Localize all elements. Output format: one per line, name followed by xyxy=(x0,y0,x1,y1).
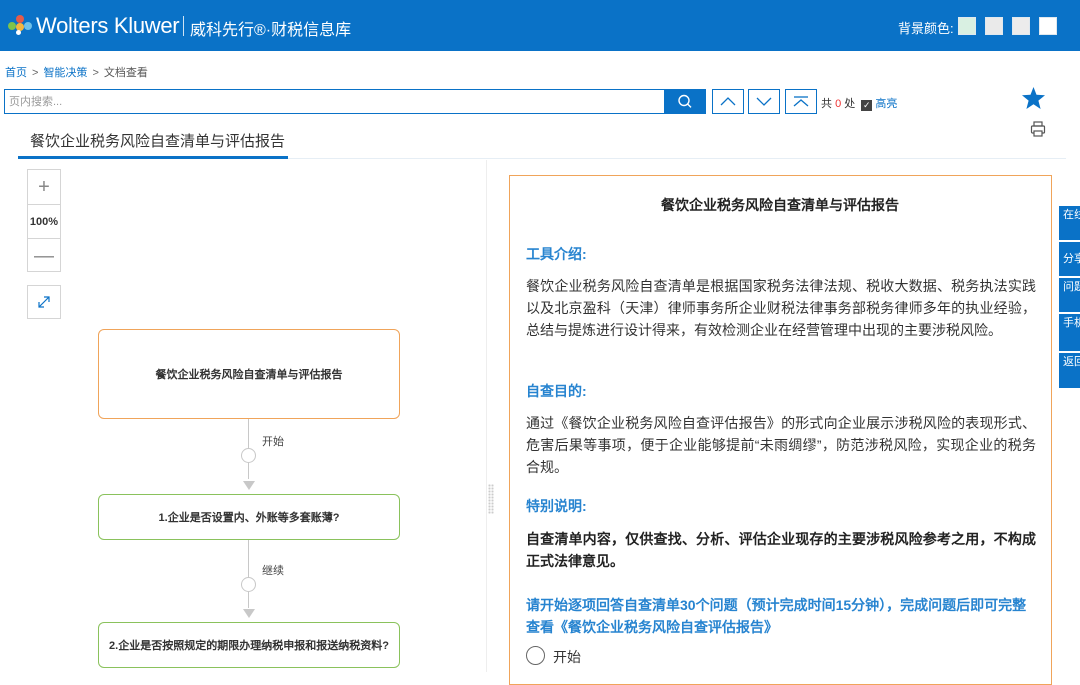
breadcrumb-current: 文档查看 xyxy=(103,67,148,79)
resize-handle[interactable] xyxy=(488,484,494,514)
top-header: Wolters Kluwer 威科先行®·财税信息库 背景颜色: xyxy=(0,0,1080,51)
match-count-prefix: 共 xyxy=(821,98,832,110)
chevron-up-icon xyxy=(720,97,736,106)
zoom-level: 100% xyxy=(28,204,60,238)
chevron-down-icon xyxy=(756,97,772,106)
flow-arrow-icon xyxy=(243,609,255,618)
first-match-button[interactable] xyxy=(785,89,817,114)
document-title: 餐饮企业税务风险自查清单与评估报告 xyxy=(661,197,899,213)
breadcrumb-separator: > xyxy=(92,67,99,79)
note-heading: 特别说明: xyxy=(526,498,587,514)
intro-heading: 工具介绍: xyxy=(526,246,587,262)
document-panel: 餐饮企业税务风险自查清单与评估报告 工具介绍: 餐饮企业税务风险自查清单是根据国… xyxy=(509,175,1052,685)
breadcrumb: 首页 > 智能决策 > 文档查看 xyxy=(5,64,148,80)
start-option-label[interactable]: 开始 xyxy=(553,647,581,667)
breadcrumb-separator: > xyxy=(32,67,39,79)
brand-divider xyxy=(183,16,184,36)
expand-icon xyxy=(38,296,50,308)
background-color-label: 背景颜色: xyxy=(898,21,954,36)
zoom-in-button[interactable]: + xyxy=(28,170,60,204)
star-icon xyxy=(1022,87,1045,109)
highlight-checkbox[interactable]: ✓ xyxy=(861,100,873,111)
flow-junction-circle xyxy=(241,448,256,463)
flow-junction-circle xyxy=(241,577,256,592)
flow-connector xyxy=(248,463,249,479)
brand-name: Wolters Kluwer xyxy=(36,13,180,38)
intro-text: 餐饮企业税务风险自查清单是根据国家税务法律法规、税收大数据、税务执法实践以及北京… xyxy=(526,278,1036,338)
wolters-kluwer-logo-icon xyxy=(8,15,32,37)
side-tab-share[interactable]: 分享 xyxy=(1059,242,1080,277)
breadcrumb-home-link[interactable]: 首页 xyxy=(5,67,27,79)
flow-arrow-icon xyxy=(243,481,255,490)
document-tab-title[interactable]: 餐饮企业税务风险自查清单与评估报告 xyxy=(30,130,285,151)
match-count-number: 0 xyxy=(835,98,842,110)
start-radio[interactable] xyxy=(526,646,545,665)
bg-swatch-green[interactable] xyxy=(958,17,976,35)
printer-icon xyxy=(1030,121,1046,137)
print-button[interactable] xyxy=(1029,120,1047,138)
bg-swatch-white[interactable] xyxy=(1039,17,1057,35)
flow-start-node[interactable]: 餐饮企业税务风险自查清单与评估报告 xyxy=(98,329,400,419)
match-count-suffix: 处 xyxy=(844,98,856,110)
flow-edge-label: 开始 xyxy=(262,436,284,448)
side-tab-mobile-reading[interactable]: 手机阅读 xyxy=(1059,314,1080,352)
note-text: 自查清单内容，仅供查找、分析、评估企业现存的主要涉税风险参考之用，不构成正式法律… xyxy=(526,531,1036,569)
side-tab-online-service[interactable]: 在线客服 xyxy=(1059,206,1080,241)
flow-question-node-2[interactable]: 2.企业是否按照规定的期限办理纳税申报和报送纳税资料? xyxy=(98,622,400,668)
breadcrumb-section-link[interactable]: 智能决策 xyxy=(43,67,87,79)
match-count: 共 0 处 ✓ 高亮 xyxy=(821,95,897,111)
purpose-text: 通过《餐饮企业税务风险自查评估报告》的形式向企业展示涉税风险的表现形式、危害后果… xyxy=(526,415,1036,475)
product-name: 威科先行®·财税信息库 xyxy=(190,22,352,39)
previous-match-button[interactable] xyxy=(712,89,744,114)
side-tab-back-to-top[interactable]: 返回顶部 xyxy=(1059,353,1080,389)
flow-connector xyxy=(248,540,249,577)
start-instructions: 请开始逐项回答自查清单30个问题（预计完成时间15分钟），完成问题后即可完整查看… xyxy=(526,597,1027,635)
flow-edge-label: 继续 xyxy=(262,565,284,577)
chevron-up-to-top-icon xyxy=(793,96,809,107)
purpose-heading: 自查目的: xyxy=(526,383,587,399)
bg-swatch-light-gray[interactable] xyxy=(1012,17,1030,35)
flow-connector xyxy=(248,592,249,608)
highlight-label[interactable]: 高亮 xyxy=(875,98,897,110)
fit-view-button[interactable] xyxy=(27,285,61,319)
flow-connector xyxy=(248,419,249,449)
zoom-controls: + 100% — xyxy=(27,169,61,272)
bg-swatch-gray[interactable] xyxy=(985,17,1003,35)
search-button[interactable] xyxy=(664,89,706,114)
side-tab-feedback[interactable]: 问题反馈 xyxy=(1059,278,1080,313)
next-match-button[interactable] xyxy=(748,89,780,114)
active-tab-indicator xyxy=(18,156,288,159)
favorite-button[interactable] xyxy=(1021,86,1046,110)
page-search-input[interactable] xyxy=(4,89,665,114)
flow-question-node-1[interactable]: 1.企业是否设置内、外账等多套账薄? xyxy=(98,494,400,540)
panel-splitter xyxy=(486,160,487,672)
zoom-out-button[interactable]: — xyxy=(28,238,60,272)
search-icon xyxy=(678,94,692,108)
